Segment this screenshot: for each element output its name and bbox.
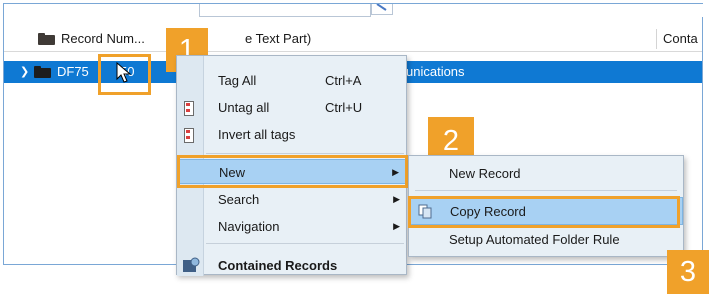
tag-icon xyxy=(184,101,194,116)
column-separator[interactable] xyxy=(656,29,657,49)
menu-item-tag-all[interactable]: Tag All Ctrl+A xyxy=(177,68,406,93)
submenu-item-new-record[interactable]: New Record xyxy=(409,160,683,188)
menu-item-label: Search xyxy=(218,192,260,207)
contained-records-icon xyxy=(183,257,200,272)
menu-item-label: Untag all xyxy=(218,100,270,115)
menu-item-contained-records[interactable]: Contained Records xyxy=(177,253,406,278)
menu-item-shortcut: Ctrl+A xyxy=(325,73,362,88)
menu-item-label: Contained Records xyxy=(218,258,338,273)
column-header-contact[interactable]: Conta xyxy=(663,26,698,52)
record-title: unications xyxy=(406,64,465,79)
toolbar-strip xyxy=(4,4,704,17)
search-icon xyxy=(376,4,387,11)
submenu-item-setup-automated-folder-rule[interactable]: Setup Automated Folder Rule xyxy=(409,226,683,254)
menu-item-label: Setup Automated Folder Rule xyxy=(449,232,620,247)
callout-highlight-step1 xyxy=(98,54,151,95)
folder-icon xyxy=(34,66,51,78)
menu-separator xyxy=(206,153,404,154)
menu-item-search[interactable]: Search ▶ xyxy=(177,187,406,212)
menu-item-label: Invert all tags xyxy=(218,127,296,142)
menu-item-label: Navigation xyxy=(218,219,280,234)
callout-highlight-new xyxy=(177,155,408,188)
column-header-row: Record Num... e Text Part) Conta xyxy=(4,26,702,52)
menu-item-navigation[interactable]: Navigation ▶ xyxy=(177,214,406,239)
submenu-arrow-icon: ▶ xyxy=(393,221,400,231)
menu-separator xyxy=(206,243,404,244)
record-number: DF75 xyxy=(57,64,89,79)
search-field[interactable] xyxy=(199,4,371,17)
submenu-arrow-icon: ▶ xyxy=(393,194,400,204)
menu-separator xyxy=(415,190,677,191)
callout-step-3: 3 xyxy=(667,250,709,294)
tag-icon xyxy=(184,128,194,143)
menu-item-label: Tag All xyxy=(218,73,257,88)
menu-item-untag-all[interactable]: Untag all Ctrl+U xyxy=(177,95,406,120)
menu-item-shortcut: Ctrl+U xyxy=(325,100,363,115)
column-header-record-number[interactable]: Record Num... xyxy=(61,26,145,52)
chevron-right-icon[interactable]: ❯ xyxy=(20,61,29,83)
column-header-title[interactable]: e Text Part) xyxy=(245,26,311,52)
search-button[interactable] xyxy=(371,4,393,15)
menu-item-invert-all-tags[interactable]: Invert all tags xyxy=(177,122,406,147)
callout-highlight-copy-record xyxy=(408,196,680,228)
menu-item-label: New Record xyxy=(449,166,521,181)
folder-icon xyxy=(38,33,55,45)
